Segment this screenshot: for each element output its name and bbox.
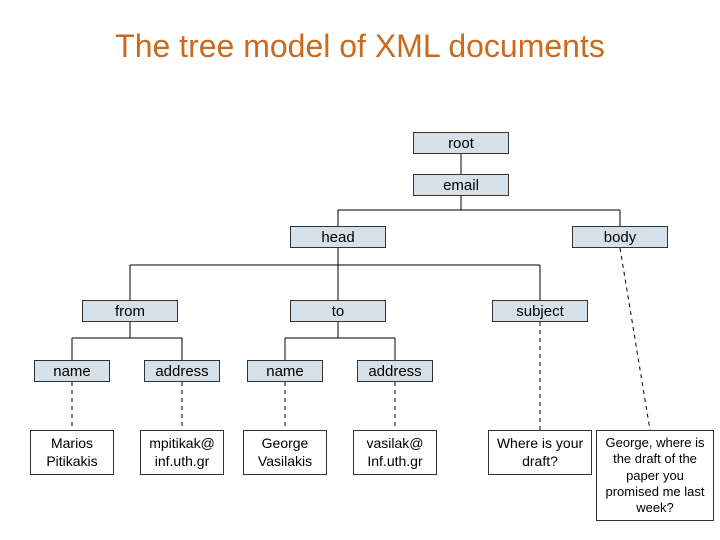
- leaf-to-name: George Vasilakis: [243, 430, 327, 475]
- node-body: body: [572, 226, 668, 248]
- node-root: root: [413, 132, 509, 154]
- node-to-address: address: [357, 360, 433, 382]
- node-to: to: [290, 300, 386, 322]
- node-head: head: [290, 226, 386, 248]
- leaf-from-name: Marios Pitikakis: [30, 430, 114, 475]
- leaf-body: George, where is the draft of the paper …: [596, 430, 714, 521]
- node-from: from: [82, 300, 178, 322]
- node-to-name: name: [247, 360, 323, 382]
- slide-title: The tree model of XML documents: [0, 28, 720, 65]
- leaf-from-address: mpitikak@ inf.uth.gr: [140, 430, 224, 475]
- node-subject: subject: [492, 300, 588, 322]
- node-from-name: name: [34, 360, 110, 382]
- leaf-subject: Where is your draft?: [488, 430, 592, 475]
- node-email: email: [413, 174, 509, 196]
- leaf-to-address: vasilak@ Inf.uth.gr: [353, 430, 437, 475]
- node-from-address: address: [144, 360, 220, 382]
